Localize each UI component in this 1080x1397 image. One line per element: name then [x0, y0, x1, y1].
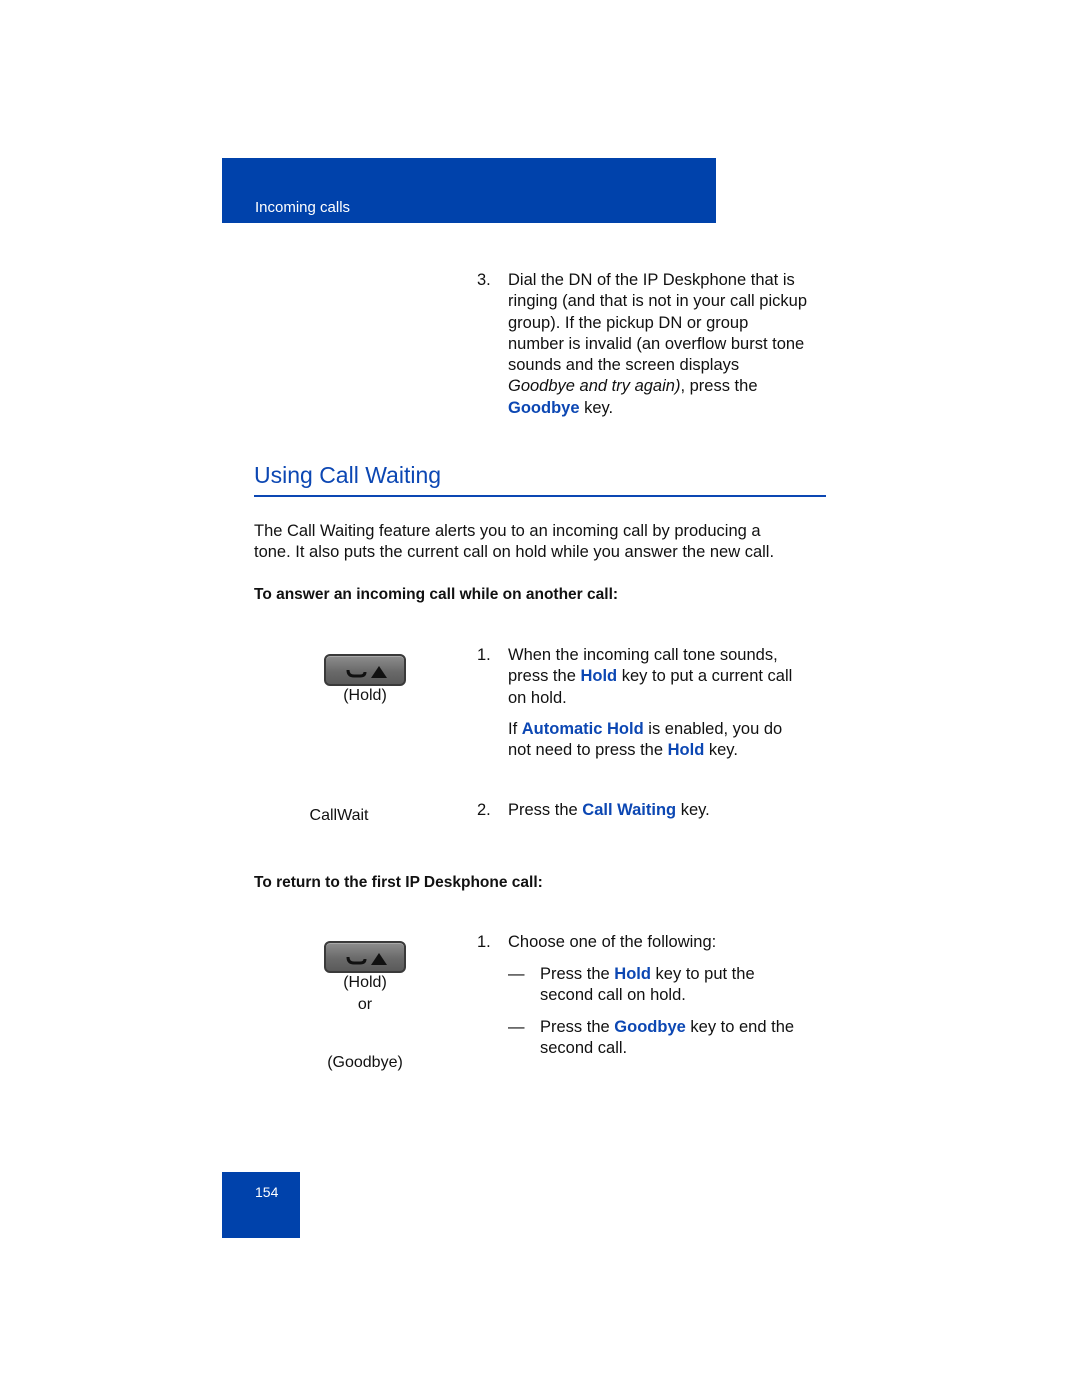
callwait-key-label[interactable]: CallWait: [279, 807, 399, 825]
step-number: 1.: [477, 933, 491, 951]
or-label: or: [357, 996, 373, 1013]
text-fragment: Press the: [540, 1018, 615, 1036]
step-line: on hold.: [508, 688, 567, 707]
text-fragment: is enabled, you do: [643, 719, 783, 738]
section-title: Using Call Waiting: [254, 462, 826, 497]
chapter-title: Incoming calls: [255, 199, 351, 216]
text-fragment: key to end the: [685, 1018, 795, 1036]
step-line: sounds and the screen displays: [508, 356, 740, 375]
step-line: When the incoming call tone sounds,: [508, 646, 778, 664]
feature-name-automatic-hold: Automatic Hold: [521, 719, 644, 738]
option-line: Press the Goodbye key to end the: [540, 1017, 830, 1038]
hold-key-label: (Hold): [343, 974, 387, 991]
step-text: When the incoming call tone sounds, pres…: [508, 645, 828, 761]
text-fragment: If: [508, 719, 522, 738]
page-number-box: 154: [222, 1172, 300, 1238]
section-intro: The Call Waiting feature alerts you to a…: [254, 521, 834, 564]
hold-key-label: (Hold): [343, 687, 387, 704]
key-name-goodbye: Goodbye: [614, 1018, 686, 1036]
text-fragment: key to put a current call: [617, 667, 793, 686]
text-fragment: key to put the: [650, 965, 755, 983]
key-name-hold: Hold: [580, 667, 618, 686]
key-name-hold: Hold: [614, 965, 651, 983]
key-name-goodbye: Goodbye: [508, 398, 580, 417]
option-text: Press the Goodbye key to end the second …: [540, 1017, 830, 1060]
procedure-heading-return: To return to the first IP Deskphone call…: [254, 874, 543, 891]
text-fragment: key.: [704, 741, 738, 760]
hold-icon: [346, 953, 387, 965]
note-line: not need to press the Hold key.: [508, 740, 828, 761]
step-number: 1.: [477, 646, 491, 664]
step-line: Dial the DN of the IP Deskphone that is: [508, 271, 795, 289]
text-fragment: press the: [508, 667, 581, 686]
intro-line: The Call Waiting feature alerts you to a…: [254, 522, 761, 540]
step-number: 2.: [477, 801, 491, 819]
key-name-call-waiting: Call Waiting: [582, 801, 677, 819]
key-name-hold: Hold: [667, 741, 705, 760]
step-line: ringing (and that is not in your call pi…: [508, 292, 807, 311]
step-line: number is invalid (an overflow burst ton…: [508, 334, 805, 353]
dash-bullet: —: [508, 965, 525, 983]
note-line: If Automatic Hold is enabled, you do: [508, 719, 828, 740]
step-line: Goodbye and try again), press the: [508, 376, 828, 397]
screen-message: Goodbye and try again): [508, 377, 681, 396]
step-text: Choose one of the following:: [508, 933, 717, 951]
text-fragment: Press the: [540, 965, 615, 983]
step-text: Dial the DN of the IP Deskphone that is …: [508, 270, 828, 419]
step-text: Press the Call Waiting key.: [508, 800, 828, 821]
procedure-heading-answer: To answer an incoming call while on anot…: [254, 586, 619, 603]
step-line: Goodbye key.: [508, 398, 828, 419]
text-fragment: key.: [676, 801, 710, 819]
option-line: second call on hold.: [540, 986, 686, 1005]
text-fragment: Press the: [508, 801, 583, 819]
dash-bullet: —: [508, 1018, 525, 1036]
text-fragment: , press the: [680, 377, 758, 396]
text-fragment: key.: [579, 398, 614, 417]
hold-key-button[interactable]: [324, 654, 406, 686]
step-line: group). If the pickup DN or group: [508, 313, 749, 332]
goodbye-key-label[interactable]: (Goodbye): [305, 1054, 425, 1072]
step-line: press the Hold key to put a current call: [508, 666, 828, 687]
option-text: Press the Hold key to put the second cal…: [540, 964, 830, 1007]
text-fragment: not need to press the: [508, 741, 668, 760]
option-line: Press the Hold key to put the: [540, 964, 830, 985]
chapter-header-bar: Incoming calls: [222, 158, 716, 223]
intro-line: tone. It also puts the current call on h…: [254, 543, 775, 562]
hold-icon: [346, 666, 387, 678]
hold-key-button[interactable]: [324, 941, 406, 973]
option-line: second call.: [540, 1039, 628, 1058]
page-number: 154: [255, 1184, 279, 1200]
step-number: 3.: [477, 271, 491, 289]
